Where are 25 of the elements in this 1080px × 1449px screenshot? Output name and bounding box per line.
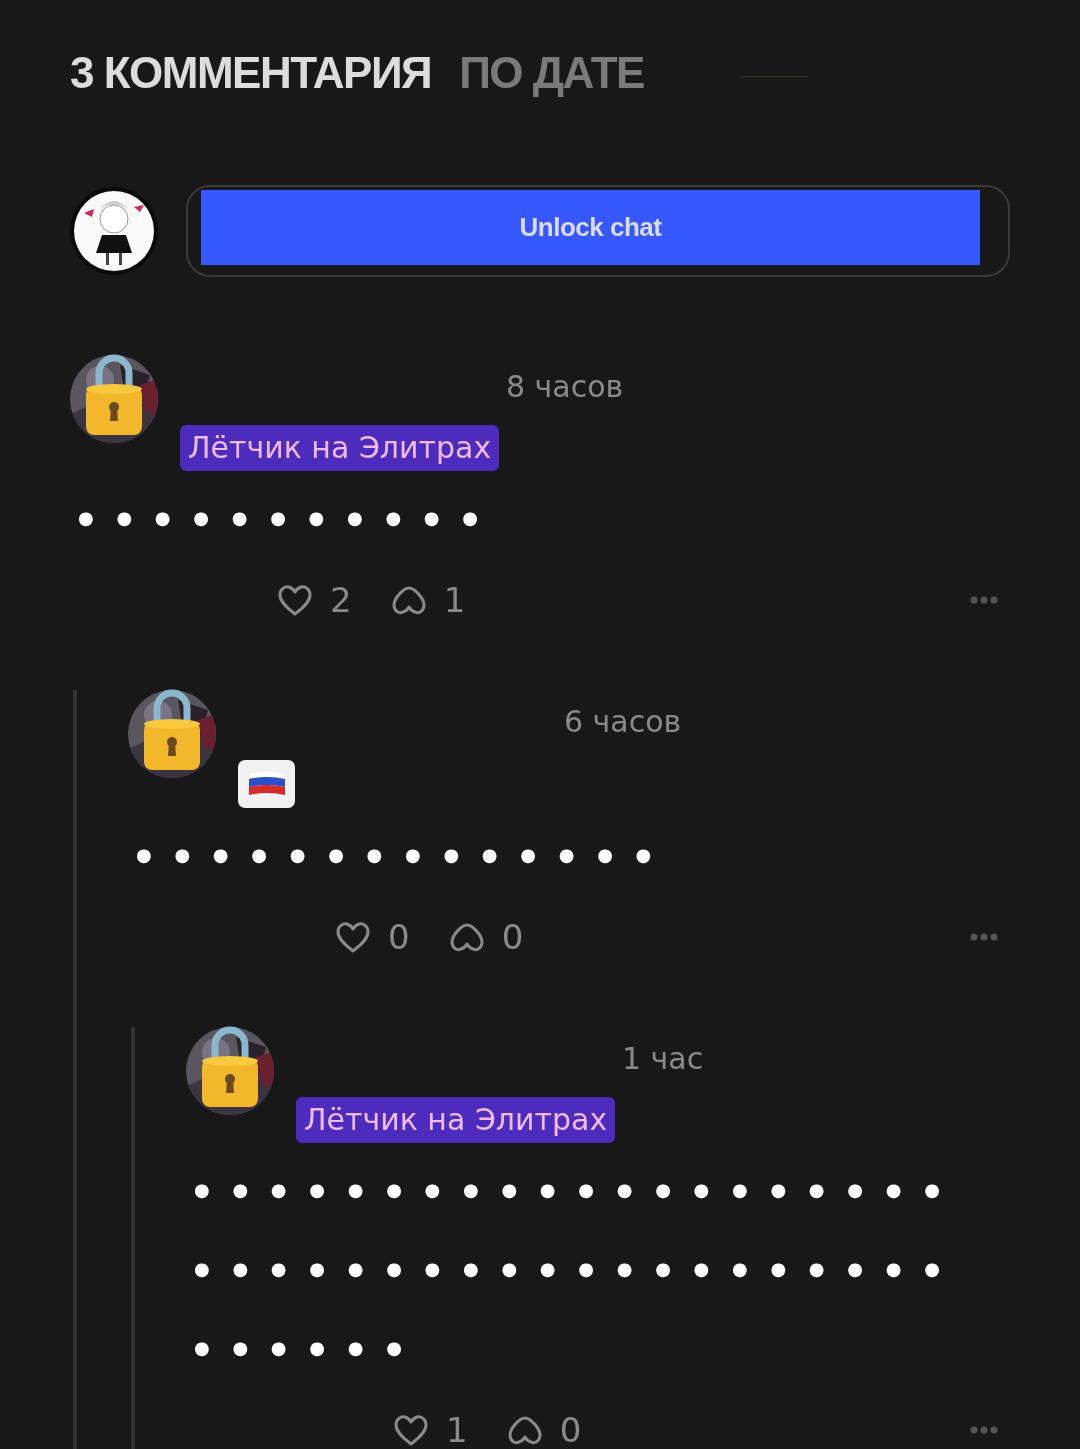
hidden-text: ● ● ● ● ● ● ● ● ● ● ● ● ● ● xyxy=(136,843,652,867)
more-icon[interactable] xyxy=(970,933,998,941)
hidden-text: ● ● ● ● ● ● xyxy=(194,1336,402,1360)
heart-icon[interactable] xyxy=(334,920,372,954)
repost-count: 1 xyxy=(443,580,466,620)
repost-count: 0 xyxy=(559,1410,582,1449)
hidden-text: ● ● ● ● ● ● ● ● ● ● ● ● ● ● ● ● ● ● ● ● xyxy=(194,1257,940,1281)
more-icon[interactable] xyxy=(970,596,998,604)
like-count: 2 xyxy=(330,580,352,620)
hidden-text: ● ● ● ● ● ● ● ● ● ● ● ● ● ● ● ● ● ● ● ● xyxy=(194,1178,940,1202)
repost-count: 0 xyxy=(501,917,524,957)
heart-icon[interactable] xyxy=(392,1413,430,1447)
heart-icon[interactable] xyxy=(276,583,314,617)
user-name-badge[interactable]: Лётчик на Элитрах xyxy=(296,1097,616,1143)
like-count: 0 xyxy=(388,917,410,957)
comment-time: 1 час xyxy=(622,1040,704,1078)
more-icon[interactable] xyxy=(970,1426,998,1434)
unlock-chat-button[interactable]: Unlock chat xyxy=(201,190,980,265)
comment-time: 8 часов xyxy=(506,368,624,406)
hidden-text: ● ● ● ● ● ● ● ● ● ● ● xyxy=(78,506,478,530)
sort-label[interactable]: ПО ДАТЕ xyxy=(459,48,644,98)
user-name-badge[interactable]: Лётчик на Элитрах xyxy=(180,425,500,471)
comment-time: 6 часов xyxy=(564,703,682,741)
like-count: 1 xyxy=(446,1410,468,1449)
comment-count-title: 3 КОММЕНТАРИЯ xyxy=(70,48,432,98)
